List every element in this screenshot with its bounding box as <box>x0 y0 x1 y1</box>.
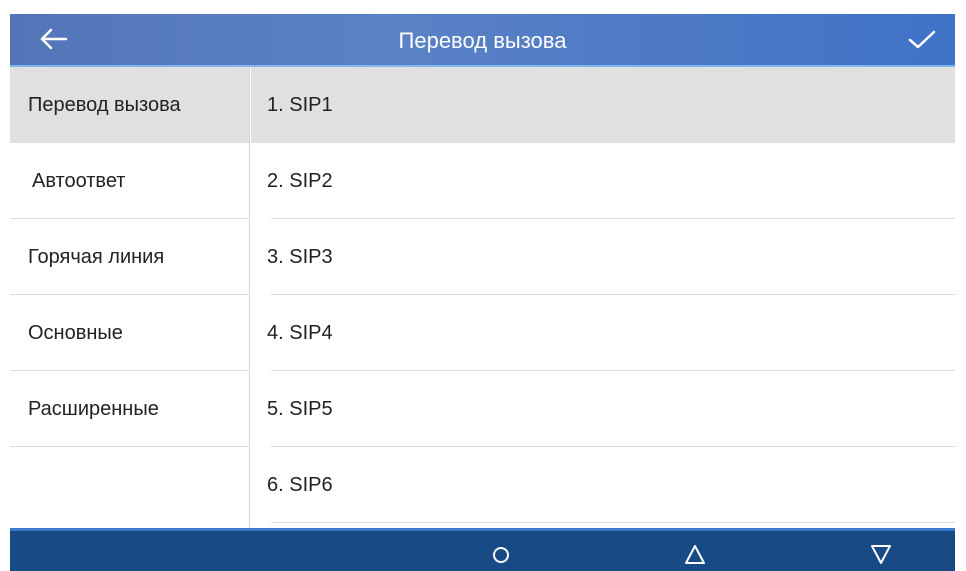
sidebar-item-label: Горячая линия <box>28 246 165 268</box>
list-item-label: 2. SIP2 <box>267 170 333 192</box>
checkmark-icon <box>908 30 936 49</box>
sidebar-item-general[interactable]: Основные <box>10 295 249 371</box>
sidebar-menu: Перевод вызова Автоответ Горячая линия О… <box>10 67 250 528</box>
list-item-sip5[interactable]: 5. SIP5 <box>251 371 955 447</box>
sidebar-item-call-forward[interactable]: Перевод вызова <box>10 67 249 143</box>
sidebar-item-label: Расширенные <box>28 398 159 420</box>
list-item-sip1[interactable]: 1. SIP1 <box>251 67 955 143</box>
sidebar-item-auto-answer[interactable]: Автоответ <box>10 143 249 219</box>
list-item-sip2[interactable]: 2. SIP2 <box>251 143 955 219</box>
page-title: Перевод вызова <box>398 28 567 53</box>
sidebar-item-label: Основные <box>28 322 123 344</box>
list-item-label: 6. SIP6 <box>267 474 333 496</box>
divider <box>271 522 955 523</box>
list-item-sip6[interactable]: 6. SIP6 <box>251 447 955 523</box>
sip-account-list: 1. SIP1 2. SIP2 3. SIP3 4. SIP4 5. SIP5 … <box>251 67 955 528</box>
confirm-button[interactable] <box>905 26 939 54</box>
circle-icon <box>493 547 509 563</box>
sidebar-item-label: Перевод вызова <box>28 94 181 116</box>
triangle-up-icon <box>685 545 705 564</box>
list-item-label: 3. SIP3 <box>267 246 333 268</box>
list-item-label: 1. SIP1 <box>267 94 333 116</box>
bottom-nav-bar <box>10 528 955 571</box>
sidebar-item-hotline[interactable]: Горячая линия <box>10 219 249 295</box>
list-item-label: 5. SIP5 <box>267 398 333 420</box>
sidebar-item-advanced[interactable]: Расширенные <box>10 371 249 447</box>
triangle-down-icon <box>871 545 891 564</box>
screen: Перевод вызова Перевод вызова Автоответ … <box>0 0 966 571</box>
scroll-up-button[interactable] <box>680 539 710 569</box>
list-item-sip3[interactable]: 3. SIP3 <box>251 219 955 295</box>
home-button[interactable] <box>486 539 516 569</box>
list-item-sip4[interactable]: 4. SIP4 <box>251 295 955 371</box>
sidebar-item-label: Автоответ <box>32 170 126 192</box>
scroll-down-button[interactable] <box>866 539 896 569</box>
header-bar: Перевод вызова <box>10 14 955 67</box>
list-item-label: 4. SIP4 <box>267 322 333 344</box>
